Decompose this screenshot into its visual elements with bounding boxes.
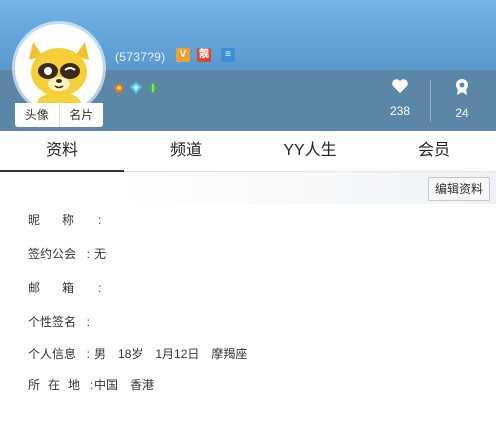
nickname-row: 昵称:: [28, 210, 101, 230]
likes-stat[interactable]: 238: [370, 78, 430, 118]
medal-list: [112, 81, 160, 95]
gender-value: 男: [94, 347, 107, 361]
guild-label: 签约公会: [28, 247, 77, 261]
birthday-value: 1月12日: [155, 347, 200, 361]
tab-yy-life[interactable]: YY人生: [248, 131, 372, 171]
avatar-actions: 头像 名片: [15, 103, 103, 127]
tab-channel[interactable]: 频道: [124, 131, 248, 171]
id-card-badge: ≡: [221, 48, 235, 62]
guild-value: 无: [94, 247, 107, 261]
zodiac-value: 摩羯座: [211, 347, 248, 361]
vip-badge: V: [176, 48, 190, 62]
country-value: 中国: [94, 378, 119, 392]
likes-count: 238: [389, 104, 411, 118]
edit-profile-button[interactable]: 编辑资料: [427, 177, 490, 201]
nickname-label: 昵称: [28, 213, 97, 227]
location-label: 所在地: [28, 378, 89, 392]
leaf-medal-icon: [146, 81, 160, 95]
signature-label: 个性签名: [28, 315, 77, 329]
user-id: (5737?9): [115, 50, 166, 64]
awards-count: 24: [455, 106, 469, 120]
personal-info-label: 个人信息: [28, 347, 77, 361]
awards-stat[interactable]: 24: [432, 78, 492, 120]
avatar[interactable]: [15, 24, 103, 112]
location-row: 所在地: 中国 香港: [28, 375, 166, 395]
wing-medal-icon: [112, 81, 126, 95]
award-icon: [456, 79, 468, 95]
card-button[interactable]: 名片: [58, 103, 104, 127]
profile-tabs: 资料 频道 YY人生 会员: [0, 131, 496, 172]
email-row: 邮箱:: [28, 278, 101, 298]
tab-profile[interactable]: 资料: [0, 131, 124, 172]
profile-toolbar: 编辑资料: [0, 172, 496, 204]
diamond-medal-icon: [129, 81, 143, 95]
guild-row: 签约公会: 无: [28, 244, 106, 264]
raccoon-mascot-icon: [29, 42, 89, 112]
age-value: 18岁: [118, 347, 144, 361]
pretty-number-badge: 靓: [197, 48, 211, 62]
personal-info-row: 个人信息: 男 18岁 1月12日 摩羯座: [28, 344, 259, 364]
heart-icon: [392, 79, 408, 93]
city-value: 香港: [130, 378, 155, 392]
email-label: 邮箱: [28, 281, 97, 295]
tab-membership[interactable]: 会员: [372, 131, 496, 171]
signature-row: 个性签名:: [28, 312, 94, 332]
avatar-button[interactable]: 头像: [15, 103, 59, 127]
